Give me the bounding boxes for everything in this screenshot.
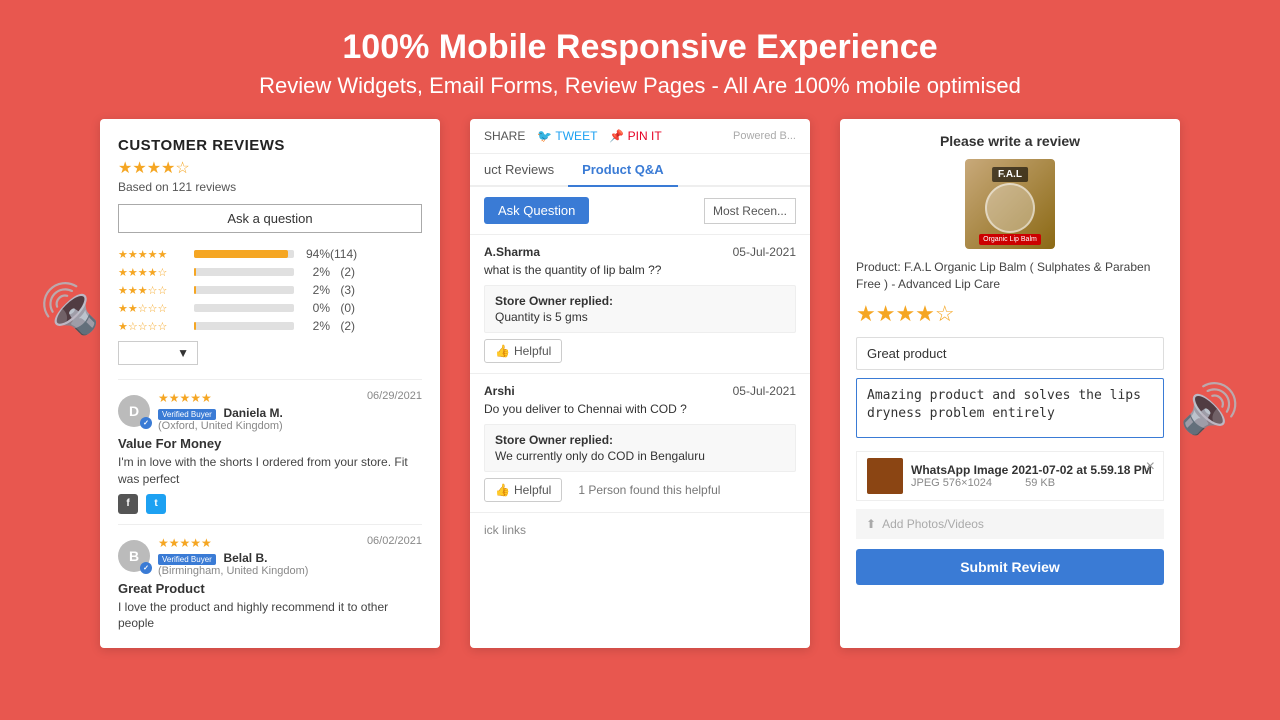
wave-right-icon: 🔊: [1180, 380, 1240, 437]
ask-question-button[interactable]: Ask Question: [484, 197, 589, 224]
qa-card: SHARE 🐦 TWEET 📌 PIN IT Powered B... uct …: [470, 119, 810, 648]
product-image: F.A.L Organic Lip Balm: [965, 159, 1055, 249]
page-title: 100% Mobile Responsive Experience: [20, 28, 1260, 67]
rating-row-3: ★★★☆☆ 2% (3): [118, 283, 422, 297]
page-subtitle: Review Widgets, Email Forms, Review Page…: [20, 73, 1260, 99]
upload-icon: ⬆: [866, 517, 876, 531]
pin-link[interactable]: 📌 PIN IT: [609, 129, 661, 143]
write-review-title: Please write a review: [856, 133, 1164, 149]
verified-badge: ✓: [140, 417, 152, 429]
add-photos-button[interactable]: ⬆ Add Photos/Videos: [856, 509, 1164, 539]
helpful-icon: 👍: [495, 483, 510, 497]
facebook-icon[interactable]: f: [118, 494, 138, 514]
review-body-textarea[interactable]: Amazing product and solves the lips dryn…: [856, 378, 1164, 438]
close-image-icon[interactable]: ×: [1146, 458, 1155, 476]
reviews-count: Based on 121 reviews: [118, 180, 422, 194]
reviews-stars: ★★★★☆: [118, 158, 422, 178]
helpful-button[interactable]: 👍 Helpful: [484, 478, 562, 502]
tabs: uct Reviews Product Q&A: [470, 154, 810, 187]
image-thumbnail: [867, 458, 903, 494]
avatar: B ✓: [118, 540, 150, 572]
customer-reviews-card: CUSTOMER REVIEWS ★★★★☆ Based on 121 revi…: [100, 119, 440, 648]
image-meta: JPEG 576×1024 59 KB: [911, 477, 1153, 489]
avatar: D ✓: [118, 395, 150, 427]
sort-dropdown[interactable]: ▼: [118, 341, 198, 365]
tab-product-qa[interactable]: Product Q&A: [568, 154, 678, 187]
page-header: 100% Mobile Responsive Experience Review…: [0, 0, 1280, 119]
rating-row-5: ★★★★★ 94% (114): [118, 247, 422, 261]
quick-links: ick links: [470, 512, 810, 547]
helpful-button[interactable]: 👍 Helpful: [484, 339, 562, 363]
twitter-icon[interactable]: t: [146, 494, 166, 514]
rating-bars: ★★★★★ 94% (114) ★★★★☆ 2% (2) ★★★☆☆ 2% (3…: [118, 247, 422, 333]
qa-item: A.Sharma 05-Jul-2021 what is the quantit…: [470, 234, 810, 373]
submit-review-button[interactable]: Submit Review: [856, 549, 1164, 585]
review-title-input[interactable]: [856, 337, 1164, 370]
cards-container: CUSTOMER REVIEWS ★★★★☆ Based on 121 revi…: [0, 119, 1280, 648]
rating-row-4: ★★★★☆ 2% (2): [118, 265, 422, 279]
wave-left-icon: 🔊: [40, 280, 100, 337]
image-preview: WhatsApp Image 2021-07-02 at 5.59.18 PM …: [856, 451, 1164, 501]
reviews-title: CUSTOMER REVIEWS: [118, 137, 422, 154]
star-rating[interactable]: ★★★★☆: [856, 301, 1164, 327]
sort-select[interactable]: Most Recen...: [704, 198, 796, 224]
write-review-card: Please write a review F.A.L Organic Lip …: [840, 119, 1180, 648]
verified-badge: ✓: [140, 562, 152, 574]
product-name: Product: F.A.L Organic Lip Balm ( Sulpha…: [856, 259, 1164, 293]
review-item: B ✓ ★★★★★ 06/02/2021 Verified Buyer Bel: [118, 524, 422, 649]
helpful-icon: 👍: [495, 344, 510, 358]
powered-by: Powered B...: [733, 130, 796, 142]
qa-item: Arshi 05-Jul-2021 Do you deliver to Chen…: [470, 373, 810, 512]
review-item: D ✓ ★★★★★ 06/29/2021 Verified Buyer Dan: [118, 379, 422, 524]
rating-row-1: ★☆☆☆☆ 2% (2): [118, 319, 422, 333]
ask-question-button[interactable]: Ask a question: [118, 204, 422, 233]
tab-product-reviews[interactable]: uct Reviews: [470, 154, 568, 185]
rating-row-2: ★★☆☆☆ 0% (0): [118, 301, 422, 315]
image-name: WhatsApp Image 2021-07-02 at 5.59.18 PM: [911, 463, 1153, 477]
tweet-link[interactable]: 🐦 TWEET: [537, 129, 597, 143]
share-link[interactable]: SHARE: [484, 129, 525, 143]
